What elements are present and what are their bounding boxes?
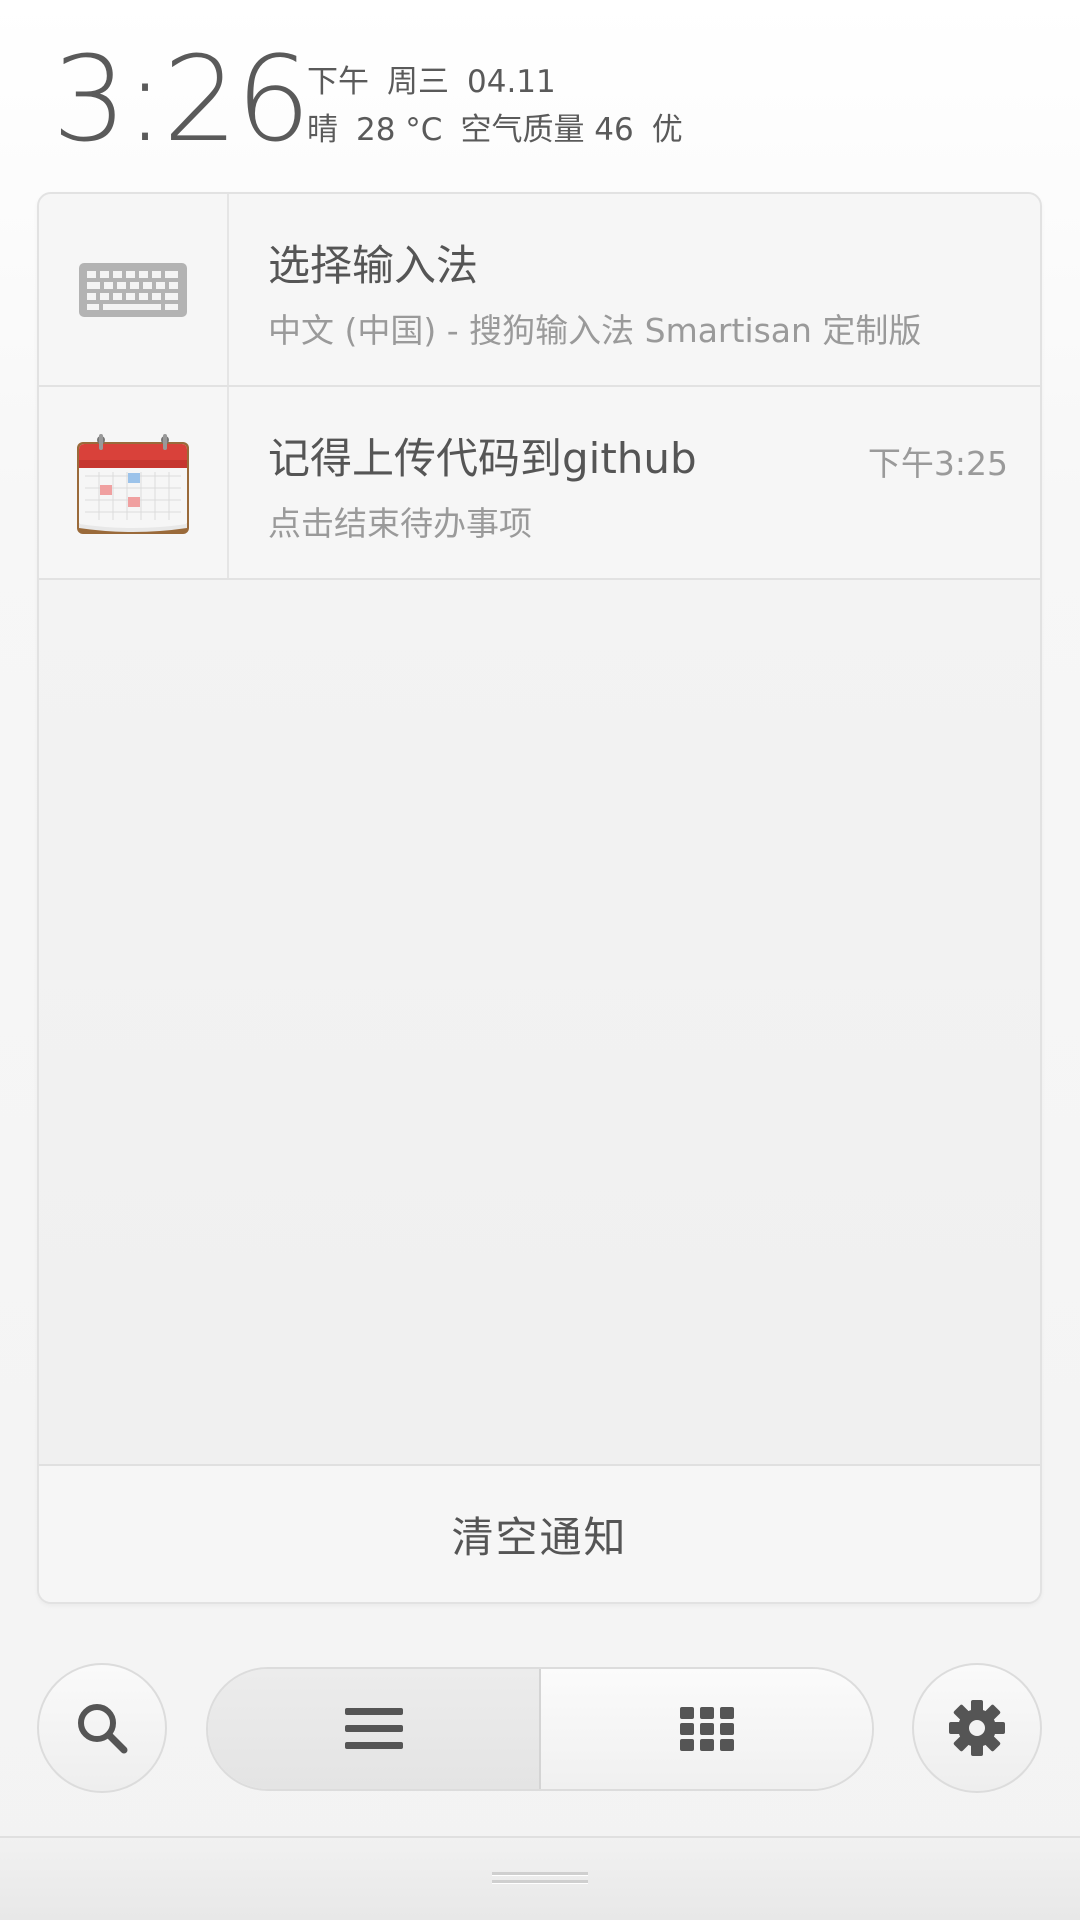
- notification-icon-cell: [39, 387, 229, 578]
- temperature-label: 28 °C: [356, 112, 443, 148]
- air-quality-label: 空气质量 46: [460, 112, 634, 148]
- date-line: 下午 周三 04.11: [307, 56, 574, 101]
- notification-title: 选择输入法: [268, 241, 479, 290]
- air-quality-level: 优: [651, 112, 683, 148]
- notification-subtitle: 中文 (中国) - 搜狗输入法 Smartisan 定制版: [268, 311, 922, 350]
- grid-icon: [679, 1707, 734, 1751]
- notification-subtitle: 点击结束待办事项: [268, 504, 532, 543]
- drag-handle[interactable]: [492, 1872, 588, 1884]
- search-icon: [78, 1704, 128, 1754]
- notification-icon-cell: [39, 194, 229, 385]
- settings-button[interactable]: [912, 1663, 1042, 1793]
- notification-empty-area: [39, 580, 1040, 1602]
- toggles-tab[interactable]: [541, 1669, 872, 1789]
- clear-notifications-button[interactable]: 清空通知: [39, 1464, 1040, 1602]
- notification-time: 下午3:25: [867, 444, 1008, 483]
- notification-todo[interactable]: 记得上传代码到github 点击结束待办事项 下午3:25: [39, 387, 1040, 580]
- clock-time: 3:26: [52, 30, 311, 168]
- gear-icon: [949, 1700, 1005, 1756]
- keyboard-icon: [79, 262, 187, 317]
- search-button[interactable]: [37, 1663, 167, 1793]
- calendar-icon: [77, 433, 189, 534]
- date-label: 04.11: [467, 64, 556, 100]
- period-label: 下午: [307, 64, 369, 100]
- notification-panel: 选择输入法 中文 (中国) - 搜狗输入法 Smartisan 定制版 记得上传…: [37, 192, 1042, 1604]
- notification-title: 记得上传代码到github: [268, 434, 697, 483]
- weather-line: 晴 28 °C 空气质量 46 优: [307, 104, 701, 149]
- list-icon: [344, 1708, 403, 1749]
- pull-handle-bar[interactable]: [0, 1836, 1080, 1920]
- view-switcher: [206, 1667, 874, 1791]
- notifications-tab[interactable]: [208, 1669, 541, 1789]
- weather-label: 晴: [307, 112, 338, 148]
- weekday-label: 周三: [387, 64, 449, 100]
- notification-input-method[interactable]: 选择输入法 中文 (中国) - 搜狗输入法 Smartisan 定制版: [39, 194, 1040, 387]
